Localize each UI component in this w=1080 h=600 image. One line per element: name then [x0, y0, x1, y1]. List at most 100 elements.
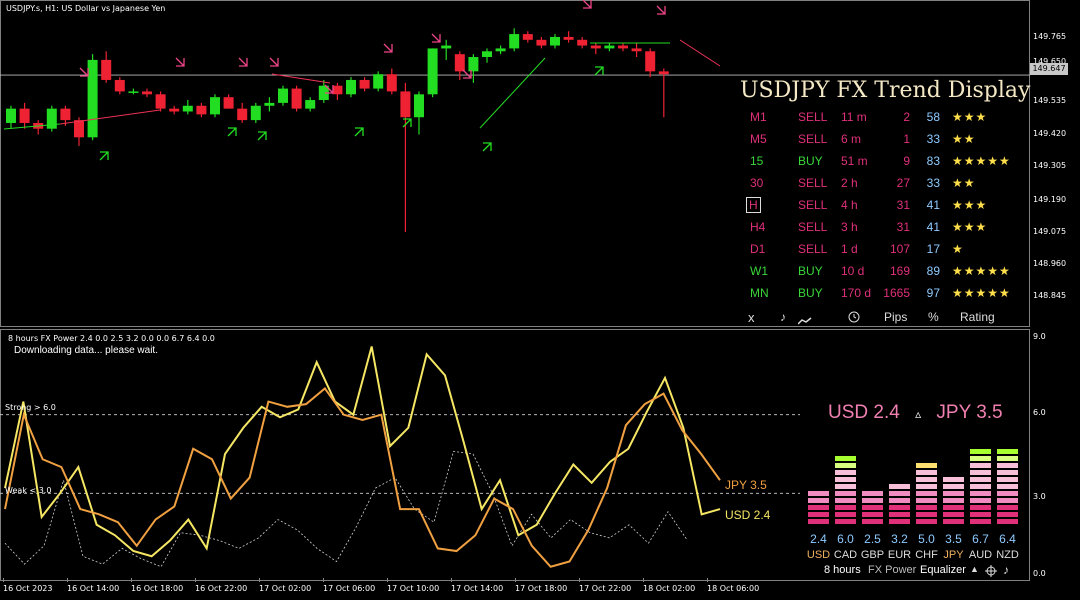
- equalizer-currency[interactable]: CHF: [913, 549, 940, 561]
- period-selector[interactable]: 8 hours: [824, 564, 861, 576]
- trend-row[interactable]: MN BUY 170 d 1665 97 ★★★★★: [740, 286, 1030, 308]
- candle-body[interactable]: [631, 48, 642, 52]
- clock-icon[interactable]: [848, 310, 860, 323]
- candle-body[interactable]: [291, 88, 302, 109]
- candle-body[interactable]: [509, 34, 520, 49]
- mode-selector[interactable]: Equalizer: [920, 564, 966, 576]
- trend-row[interactable]: M5 SELL 6 m 1 33 ★★: [740, 132, 1030, 154]
- pair-strength: USD 2.4 ▵ JPY 3.5: [828, 402, 1003, 424]
- candle-body[interactable]: [522, 34, 533, 40]
- equalizer-currency[interactable]: AUD: [967, 549, 994, 561]
- direction-label: SELL: [798, 110, 828, 124]
- equalizer-currency[interactable]: CAD: [832, 549, 859, 561]
- candle-body[interactable]: [373, 74, 384, 89]
- candle-body[interactable]: [482, 51, 492, 58]
- candle-body[interactable]: [658, 71, 669, 75]
- usd-power-line[interactable]: [4, 346, 721, 558]
- equalizer-currency[interactable]: USD: [805, 549, 832, 561]
- candle-body[interactable]: [427, 48, 438, 95]
- candle-body[interactable]: [305, 100, 316, 109]
- candle-body[interactable]: [441, 45, 452, 49]
- candle-body[interactable]: [128, 91, 139, 93]
- candle-body[interactable]: [223, 97, 234, 109]
- candle-body[interactable]: [87, 59, 98, 138]
- rating-header[interactable]: Rating: [960, 310, 995, 324]
- candle-body[interactable]: [414, 94, 424, 118]
- candle-body[interactable]: [196, 105, 207, 115]
- arrow-up-icon[interactable]: ▲: [970, 564, 979, 574]
- trend-row[interactable]: M1 SELL 11 m 2 58 ★★★: [740, 110, 1030, 132]
- candle-body[interactable]: [618, 45, 628, 49]
- candle-body[interactable]: [101, 59, 112, 80]
- trend-row[interactable]: D1 SELL 1 d 107 17 ★: [740, 242, 1030, 264]
- candle-body[interactable]: [645, 51, 656, 72]
- trend-row[interactable]: H4 SELL 3 h 31 41 ★★★: [740, 220, 1030, 242]
- equalizer-segment: [916, 491, 937, 496]
- trend-row[interactable]: W1 BUY 10 d 169 89 ★★★★★: [740, 264, 1030, 286]
- equalizer-segment: [835, 491, 856, 496]
- candle-body[interactable]: [604, 45, 615, 49]
- equalizer-currency[interactable]: EUR: [886, 549, 913, 561]
- candle-body[interactable]: [250, 105, 261, 121]
- equalizer-segment: [835, 512, 856, 517]
- candle-body[interactable]: [74, 120, 84, 138]
- equalizer-segment: [808, 512, 829, 517]
- time-tick: [323, 578, 324, 582]
- candle-body[interactable]: [590, 45, 601, 49]
- candle-body[interactable]: [495, 48, 506, 52]
- candle-body[interactable]: [386, 74, 397, 92]
- candle-body[interactable]: [563, 36, 574, 40]
- equalizer-bars[interactable]: [805, 430, 1035, 530]
- candle-body[interactable]: [454, 54, 465, 72]
- power-tick: 0.0: [1033, 569, 1046, 578]
- equalizer-currency[interactable]: GBP: [859, 549, 886, 561]
- equalizer-currency[interactable]: NZD: [994, 549, 1021, 561]
- jpy-power-line[interactable]: [4, 386, 721, 568]
- candle-body[interactable]: [46, 108, 57, 129]
- candle-body[interactable]: [210, 97, 220, 115]
- trend-row[interactable]: 15 BUY 51 m 9 83 ★★★★★: [740, 154, 1030, 176]
- equalizer-segment: [943, 477, 964, 482]
- candle-body[interactable]: [169, 108, 180, 112]
- candle-body[interactable]: [155, 94, 166, 109]
- candle-body[interactable]: [400, 91, 411, 118]
- candle-body[interactable]: [550, 36, 560, 46]
- close-button[interactable]: x: [748, 310, 755, 325]
- candle-body[interactable]: [60, 108, 71, 121]
- equalizer-currency[interactable]: JPY: [940, 549, 967, 561]
- candle-body[interactable]: [468, 57, 479, 72]
- indicator-name[interactable]: FX Power: [868, 564, 916, 576]
- rating-stars: ★★★: [952, 220, 988, 234]
- rating-stars: ★★★: [952, 198, 988, 212]
- candle-body[interactable]: [264, 102, 275, 106]
- equalizer-segment: [997, 449, 1018, 454]
- duration-label: 3 h: [841, 220, 858, 234]
- percent-header[interactable]: %: [928, 310, 939, 324]
- duration-label: 51 m: [841, 154, 868, 168]
- candle-body[interactable]: [332, 85, 343, 95]
- equalizer-segment: [835, 456, 856, 461]
- equalizer-segment: [970, 498, 991, 503]
- candle-body[interactable]: [346, 79, 356, 95]
- candle-body[interactable]: [536, 39, 547, 46]
- time-label: 17 Oct 02:00: [259, 584, 312, 593]
- chart-icon[interactable]: [797, 312, 812, 325]
- equalizer-segment: [916, 505, 937, 510]
- trend-row[interactable]: H SELL 4 h 31 41 ★★★: [740, 197, 1030, 220]
- pips-header[interactable]: Pips: [884, 310, 907, 324]
- trend-row[interactable]: 30 SELL 2 h 27 33 ★★: [740, 176, 1030, 198]
- candle-body[interactable]: [6, 108, 16, 123]
- candle-body[interactable]: [114, 79, 125, 92]
- candle-body[interactable]: [237, 108, 248, 121]
- time-label: 18 Oct 06:00: [707, 584, 760, 593]
- candle-body[interactable]: [19, 108, 30, 123]
- sound-icon[interactable]: ♪: [780, 310, 786, 324]
- candle-body[interactable]: [142, 91, 152, 95]
- equalizer-segment: [970, 484, 991, 489]
- candle-body[interactable]: [182, 105, 193, 112]
- candle-body[interactable]: [278, 88, 288, 103]
- sound-icon[interactable]: ♪: [1003, 563, 1009, 577]
- candle-body[interactable]: [359, 79, 370, 89]
- crosshair-icon[interactable]: [985, 564, 997, 577]
- candle-body[interactable]: [577, 39, 588, 46]
